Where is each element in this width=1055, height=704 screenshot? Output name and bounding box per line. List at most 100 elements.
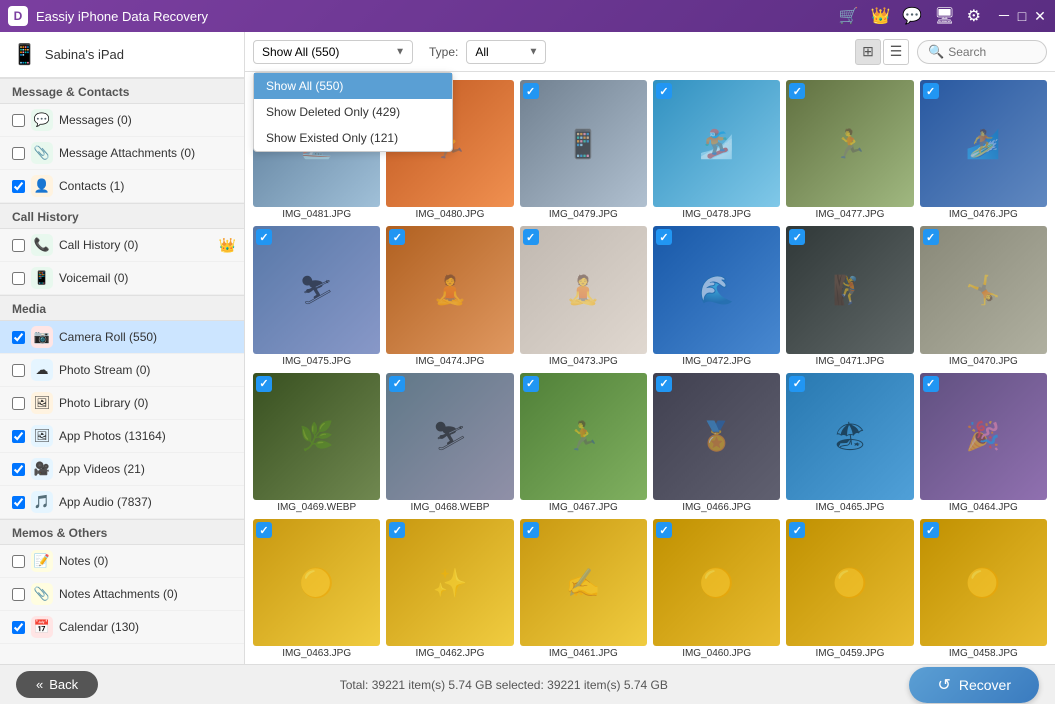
maximize-button[interactable]: □ <box>1015 9 1029 23</box>
photo-label: IMG_0464.JPG <box>920 502 1047 513</box>
photo-item[interactable]: 🏂 ✓ IMG_0478.JPG <box>653 80 780 220</box>
sidebar-item-app-videos[interactable]: 🎥 App Videos (21) <box>0 453 244 486</box>
sidebar-item-voicemail[interactable]: 📱 Voicemail (0) <box>0 262 244 295</box>
camera-roll-checkbox[interactable] <box>12 331 25 344</box>
content-toolbar: Show All (550) Show Deleted Only (429) S… <box>245 32 1055 72</box>
app-videos-checkbox[interactable] <box>12 463 25 476</box>
call-history-checkbox[interactable] <box>12 239 25 252</box>
recover-button[interactable]: ↺ Recover <box>909 667 1039 703</box>
photo-item[interactable]: 📱 ✓ IMG_0479.JPG <box>520 80 647 220</box>
contacts-label: Contacts (1) <box>59 179 236 193</box>
photo-library-icon: 🖼 <box>31 392 53 414</box>
photo-label: IMG_0475.JPG <box>253 356 380 367</box>
photo-label: IMG_0473.JPG <box>520 356 647 367</box>
section-media: Media <box>0 295 244 321</box>
photo-item[interactable]: ✍ ✓ IMG_0461.JPG <box>520 519 647 659</box>
voicemail-label: Voicemail (0) <box>59 271 236 285</box>
filter-dropdown[interactable]: Show All (550) Show Deleted Only (429) S… <box>253 40 413 64</box>
photo-label: IMG_0460.JPG <box>653 648 780 659</box>
settings-icon[interactable]: ⚙ <box>967 6 981 26</box>
notes-checkbox[interactable] <box>12 555 25 568</box>
photo-item[interactable]: 🏖 ✓ IMG_0465.JPG <box>786 373 913 513</box>
monitor-icon[interactable]: 🖥 <box>934 6 954 26</box>
sidebar-item-photo-library[interactable]: 🖼 Photo Library (0) <box>0 387 244 420</box>
messages-icon: 💬 <box>31 109 53 131</box>
device-item[interactable]: 📱 Sabina's iPad <box>0 32 244 78</box>
photo-item[interactable]: 🧘 ✓ IMG_0473.JPG <box>520 226 647 366</box>
photo-item[interactable]: 🟡 ✓ IMG_0463.JPG <box>253 519 380 659</box>
calendar-icon: 📅 <box>31 616 53 638</box>
sidebar-item-calendar[interactable]: 📅 Calendar (130) <box>0 611 244 644</box>
sidebar-item-app-photos[interactable]: 🖼 App Photos (13164) <box>0 420 244 453</box>
photo-item[interactable]: 🧗 ✓ IMG_0471.JPG <box>786 226 913 366</box>
photo-item[interactable]: 🏃 ✓ IMG_0477.JPG <box>786 80 913 220</box>
search-icon: 🔍 <box>928 44 944 60</box>
app-audio-label: App Audio (7837) <box>59 495 236 509</box>
sidebar-item-app-audio[interactable]: 🎵 App Audio (7837) <box>0 486 244 519</box>
filter-menu-item-all[interactable]: Show All (550) <box>254 73 452 99</box>
sidebar-item-call-history[interactable]: 📞 Call History (0) 👑 <box>0 229 244 262</box>
type-label: Type: <box>429 45 458 59</box>
minimize-button[interactable]: － <box>997 9 1011 23</box>
photo-label: IMG_0462.JPG <box>386 648 513 659</box>
photo-item[interactable]: 🌿 ✓ IMG_0469.WEBP <box>253 373 380 513</box>
app-audio-checkbox[interactable] <box>12 496 25 509</box>
photo-item[interactable]: 🧘 ✓ IMG_0474.JPG <box>386 226 513 366</box>
notes-attachments-label: Notes Attachments (0) <box>59 587 236 601</box>
app-photos-checkbox[interactable] <box>12 430 25 443</box>
sidebar-item-camera-roll[interactable]: 📷 Camera Roll (550) <box>0 321 244 354</box>
type-dropdown-wrapper: All JPG PNG WEBP ▼ <box>466 40 546 64</box>
messages-label: Messages (0) <box>59 113 236 127</box>
photo-item[interactable]: 🟡 ✓ IMG_0458.JPG <box>920 519 1047 659</box>
photo-item[interactable]: 🎉 ✓ IMG_0464.JPG <box>920 373 1047 513</box>
grid-view-button[interactable]: ⊞ <box>855 39 881 65</box>
notes-attachments-checkbox[interactable] <box>12 588 25 601</box>
photo-item[interactable]: ⛷ ✓ IMG_0468.WEBP <box>386 373 513 513</box>
photo-label: IMG_0476.JPG <box>920 209 1047 220</box>
photo-item[interactable]: 🟡 ✓ IMG_0460.JPG <box>653 519 780 659</box>
calendar-checkbox[interactable] <box>12 621 25 634</box>
sidebar-item-contacts[interactable]: 👤 Contacts (1) <box>0 170 244 203</box>
photo-item[interactable]: 🏅 ✓ IMG_0466.JPG <box>653 373 780 513</box>
message-attachments-checkbox[interactable] <box>12 147 25 160</box>
crown-icon[interactable]: 👑 <box>871 6 891 26</box>
photo-library-checkbox[interactable] <box>12 397 25 410</box>
filter-menu-item-existed[interactable]: Show Existed Only (121) <box>254 125 452 151</box>
photo-item[interactable]: 🏄 ✓ IMG_0476.JPG <box>920 80 1047 220</box>
view-buttons: ⊞ ☰ <box>855 39 909 65</box>
titlebar: D Eassiy iPhone Data Recovery 🛒 👑 💬 🖥 ⚙ … <box>0 0 1055 32</box>
voicemail-checkbox[interactable] <box>12 272 25 285</box>
sidebar-item-photo-stream[interactable]: ☁ Photo Stream (0) <box>0 354 244 387</box>
photo-stream-checkbox[interactable] <box>12 364 25 377</box>
photo-label: IMG_0463.JPG <box>253 648 380 659</box>
cart-icon[interactable]: 🛒 <box>839 6 859 26</box>
app-photos-label: App Photos (13164) <box>59 429 236 443</box>
search-input[interactable] <box>948 45 1038 59</box>
calendar-label: Calendar (130) <box>59 620 236 634</box>
back-icon: « <box>36 677 43 692</box>
sidebar-item-messages[interactable]: 💬 Messages (0) <box>0 104 244 137</box>
contacts-checkbox[interactable] <box>12 180 25 193</box>
filter-menu-item-deleted[interactable]: Show Deleted Only (429) <box>254 99 452 125</box>
sidebar: 📱 Sabina's iPad Message & Contacts 💬 Mes… <box>0 32 245 664</box>
voicemail-icon: 📱 <box>31 267 53 289</box>
messages-checkbox[interactable] <box>12 114 25 127</box>
sidebar-item-notes[interactable]: 📝 Notes (0) <box>0 545 244 578</box>
photo-item[interactable]: 🌊 ✓ IMG_0472.JPG <box>653 226 780 366</box>
list-view-button[interactable]: ☰ <box>883 39 909 65</box>
photo-item[interactable]: ✨ ✓ IMG_0462.JPG <box>386 519 513 659</box>
back-button[interactable]: « Back <box>16 671 98 698</box>
photo-item[interactable]: 🤸 ✓ IMG_0470.JPG <box>920 226 1047 366</box>
filter-dropdown-menu: Show All (550) Show Deleted Only (429) S… <box>253 72 453 152</box>
close-button[interactable]: ✕ <box>1033 9 1047 23</box>
device-name: Sabina's iPad <box>45 47 124 62</box>
type-dropdown[interactable]: All JPG PNG WEBP <box>466 40 546 64</box>
photo-item[interactable]: ⛷ ✓ IMG_0475.JPG <box>253 226 380 366</box>
photo-stream-label: Photo Stream (0) <box>59 363 236 377</box>
photo-item[interactable]: 🏃 ✓ IMG_0467.JPG <box>520 373 647 513</box>
photo-item[interactable]: 🟡 ✓ IMG_0459.JPG <box>786 519 913 659</box>
message-attachments-label: Message Attachments (0) <box>59 146 236 160</box>
sidebar-item-notes-attachments[interactable]: 📎 Notes Attachments (0) <box>0 578 244 611</box>
chat-icon[interactable]: 💬 <box>902 6 922 26</box>
sidebar-item-message-attachments[interactable]: 📎 Message Attachments (0) <box>0 137 244 170</box>
